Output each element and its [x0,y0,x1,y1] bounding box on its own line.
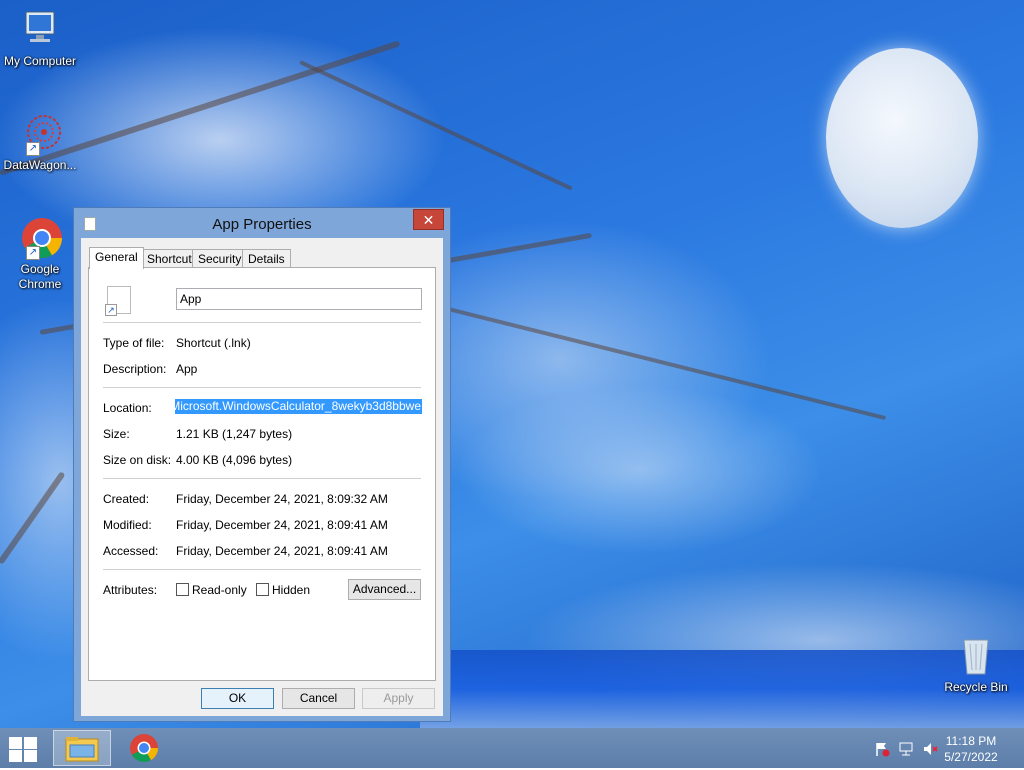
desktop-icon-recycle-bin[interactable]: Recycle Bin [936,634,1016,695]
clock-time: 11:18 PM [945,734,997,748]
taskbar: 11:18 PM 5/27/2022 [0,728,1024,768]
attributes-label: Attributes: [103,583,158,597]
location-label: Location: [103,401,152,415]
desktop-icon-label: My Computer [3,54,77,68]
apply-button[interactable]: Apply [362,688,435,709]
network-icon[interactable] [898,741,914,757]
tree-branch [0,471,66,565]
general-tab-panel: ↗ Type of file: Shortcut (.lnk) Descript… [88,267,436,681]
recycle-bin-icon [952,634,1000,678]
size-label: Size: [103,427,130,441]
description-value: App [176,362,198,376]
clock-date: 5/27/2022 [944,750,998,764]
hidden-label[interactable]: Hidden [272,583,310,597]
size-on-disk-label: Size on disk: [103,453,172,467]
tab-security[interactable]: Security [192,249,248,268]
location-value[interactable]: cuts\Microsoft.WindowsCalculator_8wekyb3… [175,399,422,414]
description-label: Description: [103,362,167,376]
modified-label: Modified: [103,518,152,532]
divider [103,478,421,479]
cancel-button[interactable]: Cancel [282,688,355,709]
desktop-icon-label: Google Chrome [18,262,62,291]
accessed-value: Friday, December 24, 2021, 8:09:41 AM [176,544,388,558]
type-of-file-value: Shortcut (.lnk) [176,336,251,350]
taskbar-file-explorer[interactable] [53,730,111,766]
chrome-icon: ↗ [16,216,64,260]
system-clock[interactable]: 11:18 PM 5/27/2022 [936,733,1006,765]
folder-icon [65,737,99,762]
hidden-checkbox[interactable] [256,583,269,596]
desktop-icon-datawagon[interactable]: ↗ DataWagon... [0,112,80,173]
read-only-label[interactable]: Read-only [192,583,247,597]
desktop-icon-label: DataWagon... [3,158,77,172]
properties-dialog: App Properties ✕ General Shortcut Securi… [73,207,451,722]
size-on-disk-value: 4.00 KB (4,096 bytes) [176,453,293,467]
shortcut-arrow-icon: ↗ [26,246,40,260]
wallpaper-water [420,650,1024,728]
desktop-icon-my-computer[interactable]: My Computer [0,8,80,69]
moon-graphic [826,48,978,228]
accessed-label: Accessed: [103,544,159,558]
shortcut-file-icon: ↗ [105,286,131,316]
modified-value: Friday, December 24, 2021, 8:09:41 AM [176,518,388,532]
close-button[interactable]: ✕ [413,209,444,230]
divider [103,322,421,323]
dialog-client-area: General Shortcut Security Details ↗ Type… [81,238,443,716]
chrome-icon [130,734,158,762]
start-button[interactable] [8,736,38,762]
shortcut-arrow-icon: ↗ [26,142,40,156]
size-value: 1.21 KB (1,247 bytes) [176,427,293,441]
dialog-titlebar[interactable]: App Properties ✕ [74,208,450,238]
desktop-icon-label: Recycle Bin [944,680,1008,694]
advanced-button[interactable]: Advanced... [348,579,421,600]
action-center-flag-icon[interactable] [874,741,890,757]
name-input[interactable] [176,288,422,310]
taskbar-google-chrome[interactable] [115,730,173,766]
divider [103,387,421,388]
tab-general[interactable]: General [89,247,144,269]
ok-button[interactable]: OK [201,688,274,709]
desktop-icon-google-chrome[interactable]: ↗ Google Chrome [0,216,80,292]
tab-shortcut[interactable]: Shortcut [141,249,198,268]
shortcut-arrow-icon: ↗ [105,304,117,316]
dialog-title: App Properties [212,216,312,233]
read-only-checkbox[interactable] [176,583,189,596]
created-value: Friday, December 24, 2021, 8:09:32 AM [176,492,388,506]
type-of-file-label: Type of file: [103,336,165,350]
tab-details[interactable]: Details [242,249,291,268]
tree-branch [419,300,887,421]
computer-icon [16,8,64,52]
location-field[interactable]: cuts\Microsoft.WindowsCalculator_8wekyb3… [175,398,422,416]
tree-branch [299,60,573,191]
created-label: Created: [103,492,150,506]
divider [103,569,421,570]
datawagon-icon: ↗ [16,112,64,156]
